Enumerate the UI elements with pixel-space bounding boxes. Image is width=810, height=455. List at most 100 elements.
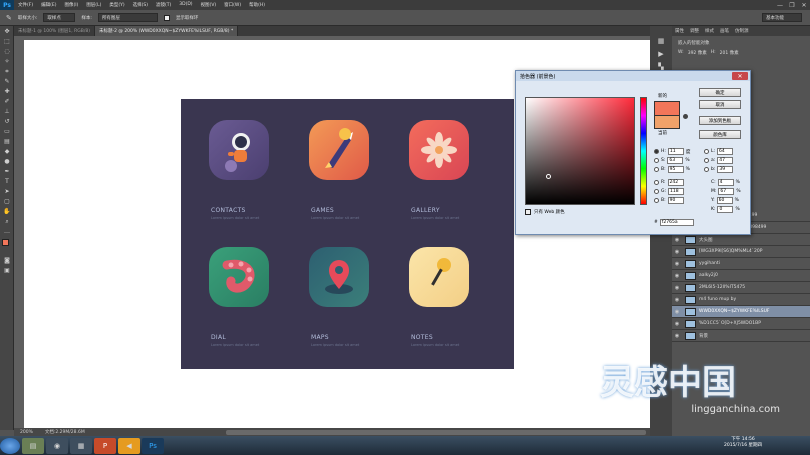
start-button[interactable] xyxy=(0,437,20,454)
tab-document-2[interactable]: 未标题-2 @ 200% (WWD0XXQN~$ZYWKFE%ILSUF, RG… xyxy=(94,26,239,36)
cyan-input[interactable]: 4 xyxy=(717,179,734,186)
horizontal-scrollbar[interactable] xyxy=(226,429,646,435)
quick-mask-icon[interactable]: ◙ xyxy=(2,256,12,265)
healing-tool-icon[interactable]: ✚ xyxy=(2,87,12,96)
visibility-eye-icon[interactable]: ◉ xyxy=(672,249,682,255)
menu-item[interactable]: 滤镜(T) xyxy=(152,2,175,8)
menu-item[interactable]: 图层(L) xyxy=(82,2,105,8)
saturation-input[interactable]: 63 xyxy=(667,157,684,164)
visibility-eye-icon[interactable]: ◉ xyxy=(672,285,682,291)
blue-radio[interactable] xyxy=(654,198,659,203)
show-ring-checkbox[interactable] xyxy=(163,14,170,21)
foreground-color[interactable] xyxy=(2,239,9,246)
green-input[interactable]: 118 xyxy=(668,188,685,195)
history-panel-icon[interactable]: ▦ xyxy=(656,37,666,47)
dodge-tool-icon[interactable]: ● xyxy=(2,157,12,166)
crop-tool-icon[interactable]: ⌗ xyxy=(2,67,12,76)
visibility-eye-icon[interactable]: ◉ xyxy=(672,333,682,339)
a-input[interactable]: 47 xyxy=(717,157,734,164)
zoom-tool-icon[interactable]: ⌕ xyxy=(2,217,12,226)
menu-item[interactable]: 3D(D) xyxy=(175,2,196,8)
zoom-level[interactable]: 200% xyxy=(14,430,39,435)
tab-brush[interactable]: 画笔 xyxy=(717,28,732,34)
web-only-option[interactable]: 只有 Web 颜色 xyxy=(525,209,565,215)
tab-adjustments[interactable]: 调整 xyxy=(687,28,702,34)
web-only-checkbox[interactable] xyxy=(525,209,531,215)
width-value[interactable]: 392 像素 xyxy=(688,50,707,56)
layer-row[interactable]: ◉ %D1CC5`O[D+XJ5WDO1BP xyxy=(672,318,810,330)
hand-tool-icon[interactable]: ✋ xyxy=(2,207,12,216)
close-icon[interactable]: ✕ xyxy=(732,72,748,80)
visibility-eye-icon[interactable]: ◉ xyxy=(672,297,682,303)
media-icon[interactable]: ◀ xyxy=(118,437,140,454)
tab-styles[interactable]: 样式 xyxy=(702,28,717,34)
menu-item[interactable]: 视图(V) xyxy=(197,2,221,8)
app-icon[interactable]: ▦ xyxy=(70,437,92,454)
layer-row[interactable]: ◉ m4 funo mup by xyxy=(672,294,810,306)
color-field[interactable] xyxy=(525,97,635,205)
eyedropper-icon[interactable]: ✎ xyxy=(6,14,12,22)
height-value[interactable]: 201 像素 xyxy=(720,50,739,56)
maximize-button[interactable]: ❐ xyxy=(786,0,798,10)
workspace-select[interactable]: 基本功能 xyxy=(762,13,802,22)
red-radio[interactable] xyxy=(654,180,659,185)
menu-item[interactable]: 类型(Y) xyxy=(105,2,128,8)
sample-select[interactable]: 所有图层 xyxy=(97,13,158,22)
b-radio[interactable] xyxy=(704,167,709,172)
visibility-eye-icon[interactable]: ◉ xyxy=(672,261,682,267)
tab-properties[interactable]: 属性 xyxy=(672,28,687,34)
visibility-eye-icon[interactable]: ◉ xyxy=(672,321,682,327)
layer-row[interactable]: ◉ 大头图 xyxy=(672,234,810,246)
current-color-swatch[interactable] xyxy=(654,115,680,129)
history-brush-icon[interactable]: ↺ xyxy=(2,117,12,126)
quick-select-tool-icon[interactable]: ✧ xyxy=(2,57,12,66)
visibility-eye-icon[interactable]: ◉ xyxy=(672,309,682,315)
menu-item[interactable]: 窗口(W) xyxy=(220,2,245,8)
black-input[interactable]: 0 xyxy=(717,206,734,213)
b-input[interactable]: 39 xyxy=(717,166,734,173)
brush-tool-icon[interactable]: ✐ xyxy=(2,97,12,106)
color-libraries-button[interactable]: 颜色库 xyxy=(699,130,741,139)
type-tool-icon[interactable]: T xyxy=(2,177,12,186)
marquee-tool-icon[interactable]: ⬚ xyxy=(2,37,12,46)
explorer-icon[interactable]: ▤ xyxy=(22,437,44,454)
visibility-eye-icon[interactable]: ◉ xyxy=(672,237,682,243)
menu-item[interactable]: 编辑(E) xyxy=(37,2,60,8)
brightness-radio[interactable] xyxy=(654,167,659,172)
l-radio[interactable] xyxy=(704,149,709,154)
more-tools-icon[interactable]: … xyxy=(2,227,12,236)
eraser-tool-icon[interactable]: ▭ xyxy=(2,127,12,136)
gamut-warning-icon[interactable] xyxy=(683,114,688,119)
magenta-input[interactable]: 67 xyxy=(718,188,735,195)
gradient-tool-icon[interactable]: ▤ xyxy=(2,137,12,146)
eyedropper-tool-icon[interactable]: ✎ xyxy=(2,77,12,86)
menu-item[interactable]: 文件(F) xyxy=(14,2,37,8)
tab-clone-source[interactable]: 仿制源 xyxy=(732,28,752,34)
path-select-tool-icon[interactable]: ➤ xyxy=(2,187,12,196)
hue-radio[interactable] xyxy=(654,149,659,154)
doc-size[interactable]: 文档:2.29M/28.6M xyxy=(39,429,91,435)
layer-row[interactable]: ◉ 2ML6I5-12II%IT5475 xyxy=(672,282,810,294)
powerpoint-icon[interactable]: P xyxy=(94,437,116,454)
red-input[interactable]: 242 xyxy=(667,179,684,186)
saturation-radio[interactable] xyxy=(654,158,659,163)
photoshop-taskbar-icon[interactable]: Ps xyxy=(142,437,164,454)
layer-row[interactable]: ◉ WWD0XXQN~$ZYWKFE%ILSUF xyxy=(672,306,810,318)
hex-input[interactable]: f2765a xyxy=(659,219,694,226)
move-tool-icon[interactable]: ✥ xyxy=(2,27,12,36)
blur-tool-icon[interactable]: ◆ xyxy=(2,147,12,156)
a-radio[interactable] xyxy=(704,158,709,163)
close-button[interactable]: ✕ xyxy=(798,0,810,10)
color-swatches[interactable] xyxy=(0,239,13,255)
cancel-button[interactable]: 取消 xyxy=(699,100,741,109)
minimize-button[interactable]: — xyxy=(774,0,786,10)
stamp-tool-icon[interactable]: ⊥ xyxy=(2,107,12,116)
layer-row[interactable]: ◉ aalky2j0 xyxy=(672,270,810,282)
actions-panel-icon[interactable]: ▶ xyxy=(656,50,666,60)
layer-row[interactable]: ◉ [WG3XP9I[S6]QM%ML4`20P xyxy=(672,246,810,258)
l-input[interactable]: 64 xyxy=(717,148,734,155)
ok-button[interactable]: 确定 xyxy=(699,88,741,97)
visibility-eye-icon[interactable]: ◉ xyxy=(672,273,682,279)
system-clock[interactable]: 下午 14:56 2015/7/16 星期四 xyxy=(724,437,762,449)
sample-size-select[interactable]: 取样点 xyxy=(43,13,76,22)
